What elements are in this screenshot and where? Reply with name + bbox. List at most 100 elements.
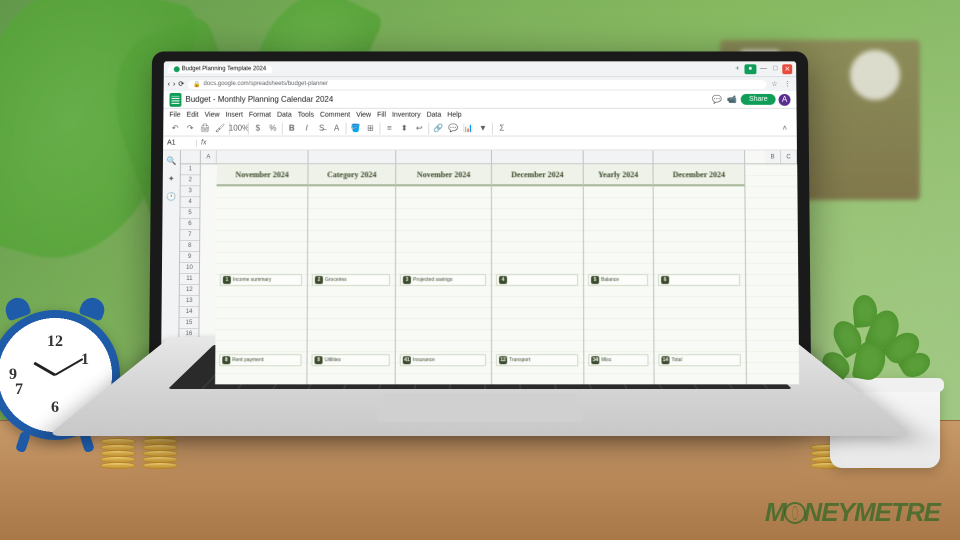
col-letter[interactable]: A	[201, 150, 217, 163]
menu-extra-4[interactable]: Data	[427, 111, 442, 118]
data-entry[interactable]: 5Balance	[588, 274, 648, 286]
menu-extensions[interactable]: Comment	[320, 111, 350, 118]
data-entry[interactable]: 41Insurance	[400, 354, 486, 366]
star-icon[interactable]: ☆	[769, 79, 779, 89]
row-number[interactable]: 10	[180, 263, 199, 274]
row-number[interactable]: 12	[180, 285, 199, 296]
row-number[interactable]: 8	[180, 241, 199, 252]
row-number[interactable]: 9	[180, 252, 199, 263]
row-number[interactable]: 7	[180, 230, 199, 241]
valign-icon[interactable]: ⬍	[398, 122, 410, 134]
zoom-dropdown[interactable]: 100%	[233, 122, 245, 134]
italic-icon[interactable]: I	[301, 122, 313, 134]
col-header[interactable]	[217, 150, 309, 163]
wrap-icon[interactable]: ↩	[413, 122, 425, 134]
data-entry[interactable]: 14Total	[658, 354, 740, 366]
redo-icon[interactable]: ↷	[184, 122, 196, 134]
print-icon[interactable]: 🖨	[199, 122, 211, 134]
minimize-button[interactable]: —	[758, 64, 768, 74]
row-number[interactable]: 4	[180, 197, 199, 208]
row-number[interactable]: 11	[180, 274, 199, 285]
menu-extra-3[interactable]: Inventory	[392, 111, 421, 118]
row-number[interactable]: 6	[180, 219, 199, 230]
explore-sidebar-icon[interactable]: ✦	[165, 172, 177, 184]
row-number[interactable]: 13	[180, 296, 199, 307]
data-entry[interactable]: 6	[658, 274, 740, 286]
comment-history-icon[interactable]: 💬	[711, 93, 723, 105]
month-header-cell[interactable]: November 2024	[396, 164, 491, 186]
col-header[interactable]	[653, 150, 745, 163]
share-button[interactable]: Share	[741, 94, 776, 105]
month-header-cell[interactable]: December 2024	[492, 164, 583, 186]
row-number[interactable]: 14	[180, 307, 199, 318]
data-entry[interactable]: 9Utilities	[312, 354, 390, 366]
document-title[interactable]: Budget - Monthly Planning Calendar 2024	[185, 95, 333, 104]
col-letter[interactable]: B	[765, 150, 781, 163]
extensions-icon[interactable]: ⋮	[782, 79, 792, 89]
url-input[interactable]: 🔒 docs.google.com/spreadsheets/budget-pl…	[187, 80, 766, 89]
menu-extra-2[interactable]: Fill	[377, 111, 386, 118]
maximize-button[interactable]: □	[770, 64, 780, 74]
search-sidebar-icon[interactable]: 🔍	[165, 154, 177, 166]
row-number[interactable]: 1	[181, 164, 200, 175]
account-avatar-icon[interactable]: A	[779, 93, 791, 105]
data-entry[interactable]: 12Transport	[496, 354, 578, 366]
menu-help[interactable]: Help	[447, 111, 461, 118]
history-sidebar-icon[interactable]: 🕐	[165, 190, 177, 202]
meet-icon[interactable]: 📹	[726, 93, 738, 105]
extension-button[interactable]: ●	[744, 64, 756, 74]
undo-icon[interactable]: ↶	[169, 122, 181, 134]
data-entry[interactable]: 4	[496, 274, 578, 286]
month-header-cell[interactable]: December 2024	[653, 164, 744, 186]
menu-edit[interactable]: Edit	[187, 111, 199, 118]
nav-forward-icon[interactable]: ›	[173, 81, 175, 88]
comment-icon[interactable]: 💬	[447, 122, 459, 134]
borders-icon[interactable]: ⊞	[364, 122, 376, 134]
data-entry[interactable]: 1Income summary	[220, 274, 302, 286]
row-number[interactable]: 2	[181, 175, 200, 186]
functions-icon[interactable]: Σ	[496, 122, 508, 134]
data-entry[interactable]: 34Misc	[588, 354, 648, 366]
browser-tab-active[interactable]: Budget Planning Template 2024	[168, 65, 272, 73]
month-header-cell[interactable]: Category 2024	[308, 164, 395, 186]
menu-file[interactable]: File	[169, 111, 180, 118]
chart-icon[interactable]: 📊	[462, 122, 474, 134]
fill-color-icon[interactable]: 🪣	[349, 122, 361, 134]
sheets-logo-icon[interactable]	[169, 92, 181, 106]
link-icon[interactable]: 🔗	[432, 122, 444, 134]
menu-tools[interactable]: Tools	[298, 111, 314, 118]
new-tab-button[interactable]: +	[732, 64, 742, 74]
data-entry[interactable]: 2Groceries	[312, 274, 390, 286]
col-header[interactable]	[396, 150, 492, 163]
align-icon[interactable]: ≡	[383, 122, 395, 134]
currency-icon[interactable]: $	[252, 122, 264, 134]
filter-icon[interactable]: ▼	[477, 122, 489, 134]
row-number[interactable]: 15	[179, 318, 198, 329]
select-all-corner[interactable]	[181, 150, 201, 163]
menu-extra-1[interactable]: View	[356, 111, 371, 118]
month-header-cell[interactable]: November 2024	[217, 164, 308, 186]
percent-icon[interactable]: %	[267, 122, 279, 134]
month-header-cell[interactable]: Yearly 2024	[584, 164, 653, 186]
text-color-icon[interactable]: A	[331, 122, 343, 134]
cells-area[interactable]: November 2024Category 2024November 2024D…	[215, 164, 800, 384]
nav-back-icon[interactable]: ‹	[168, 81, 170, 88]
col-header[interactable]	[584, 150, 654, 163]
data-entry[interactable]: 3Projected savings	[400, 274, 486, 286]
menu-insert[interactable]: Insert	[225, 111, 242, 118]
collapse-toolbar-icon[interactable]: ˄	[779, 122, 791, 134]
menu-view[interactable]: View	[205, 111, 220, 118]
menu-format[interactable]: Format	[249, 111, 271, 118]
data-entry[interactable]: 8Rent payment	[219, 354, 301, 366]
row-number[interactable]: 5	[180, 208, 199, 219]
close-window-button[interactable]: ✕	[782, 64, 792, 74]
col-header[interactable]	[492, 150, 584, 163]
strikethrough-icon[interactable]: S̶	[316, 122, 328, 134]
row-number[interactable]: 3	[181, 186, 200, 197]
cell-reference[interactable]: A1	[167, 140, 197, 147]
menu-data[interactable]: Data	[277, 111, 292, 118]
col-header[interactable]	[309, 150, 397, 163]
reload-icon[interactable]: ⟳	[178, 80, 184, 88]
bold-icon[interactable]: B	[286, 122, 298, 134]
col-letter[interactable]: C	[781, 150, 797, 163]
